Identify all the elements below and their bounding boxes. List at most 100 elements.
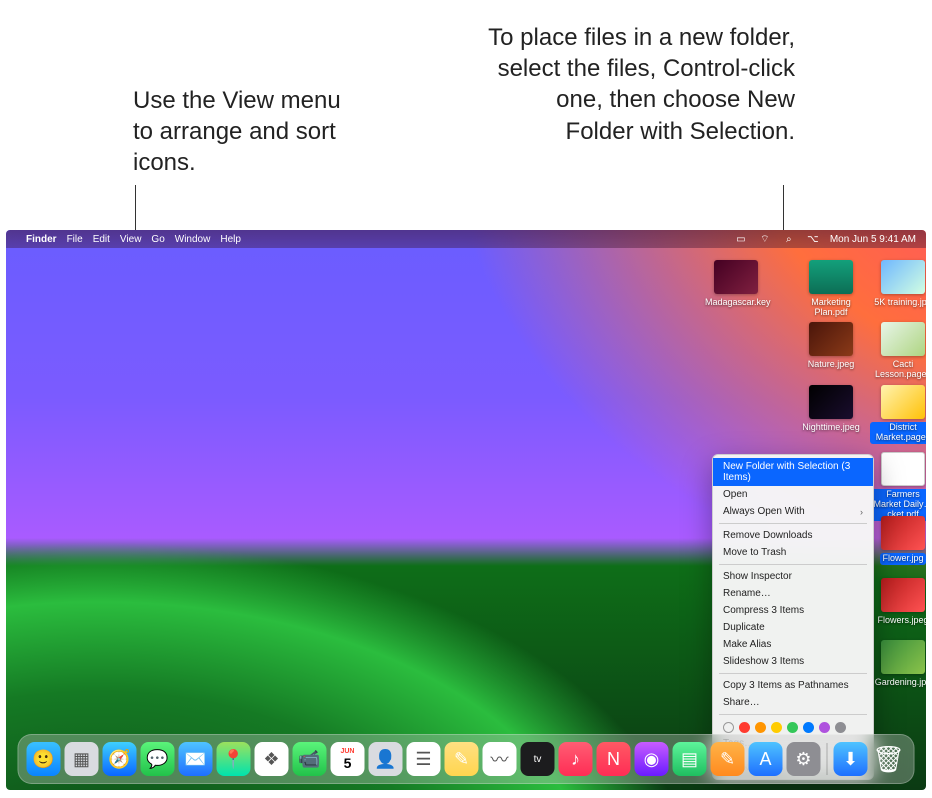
file-thumbnail	[714, 260, 758, 294]
menubar-clock[interactable]: Mon Jun 5 9:41 AM	[830, 234, 916, 245]
macos-desktop: Finder File Edit View Go Window Help ▭ ⌔…	[6, 230, 926, 790]
file-thumbnail	[809, 385, 853, 419]
context-item-show-inspector[interactable]: Show Inspector	[713, 568, 873, 585]
battery-icon[interactable]: ▭	[734, 234, 748, 245]
dock-app-numbers[interactable]: ▤	[673, 742, 707, 776]
tag-color-dot[interactable]	[787, 722, 798, 733]
context-item-label: Duplicate	[723, 622, 765, 633]
menu-file[interactable]: File	[67, 234, 83, 245]
dock-app-freeform[interactable]: 〰	[483, 742, 517, 776]
file-thumbnail	[881, 516, 925, 550]
desktop-file-5k-training-jpg[interactable]: 5K training.jpg	[870, 260, 926, 309]
dock-app-app-store[interactable]: A	[749, 742, 783, 776]
dock-app-launchpad[interactable]: ▦	[65, 742, 99, 776]
context-item-label: Slideshow 3 Items	[723, 656, 804, 667]
context-separator	[719, 523, 867, 524]
desktop-file-marketing-plan-pdf[interactable]: Marketing Plan.pdf	[798, 260, 864, 319]
tag-color-dot[interactable]	[819, 722, 830, 733]
dock-app-music[interactable]: ♪	[559, 742, 593, 776]
tag-color-dot[interactable]	[723, 722, 734, 733]
context-item-share-[interactable]: Share…	[713, 694, 873, 711]
dock-trash[interactable]: 🗑	[872, 742, 906, 776]
file-label: Nature.jpeg	[806, 359, 857, 371]
desktop-file-madagascar-key[interactable]: Madagascar.key	[703, 260, 769, 309]
context-item-label: Compress 3 Items	[723, 605, 804, 616]
context-item-duplicate[interactable]: Duplicate	[713, 619, 873, 636]
desktop-file-cacti-lesson-pages[interactable]: Cacti Lesson.pages	[870, 322, 926, 381]
file-thumbnail	[881, 322, 925, 356]
context-item-slideshow-3-items[interactable]: Slideshow 3 Items	[713, 653, 873, 670]
dock-app-notes[interactable]: ✎	[445, 742, 479, 776]
file-thumbnail	[881, 578, 925, 612]
context-item-label: Move to Trash	[723, 547, 786, 558]
tag-color-dot[interactable]	[835, 722, 846, 733]
desktop-file-flower-jpg[interactable]: Flower.jpg	[870, 516, 926, 565]
context-item-label: Rename…	[723, 588, 771, 599]
file-thumbnail	[881, 452, 925, 486]
dock-app-podcasts[interactable]: ◉	[635, 742, 669, 776]
menu-go[interactable]: Go	[151, 234, 164, 245]
context-item-compress-3-items[interactable]: Compress 3 Items	[713, 602, 873, 619]
context-separator	[719, 673, 867, 674]
file-label: Madagascar.key	[703, 297, 773, 309]
context-item-always-open-with[interactable]: Always Open With›	[713, 503, 873, 520]
dock-app-photos[interactable]: ❖	[255, 742, 289, 776]
context-item-label: Always Open With	[723, 506, 805, 517]
context-item-move-to-trash[interactable]: Move to Trash	[713, 544, 873, 561]
app-menu-finder[interactable]: Finder	[26, 234, 57, 245]
desktop-file-district-market-pages[interactable]: District Market.pages	[870, 385, 926, 444]
file-label: Cacti Lesson.pages	[870, 359, 926, 381]
context-item-copy-3-items-as-pathnames[interactable]: Copy 3 Items as Pathnames	[713, 677, 873, 694]
dock-app-tv[interactable]: tv	[521, 742, 555, 776]
context-item-label: Remove Downloads	[723, 530, 813, 541]
dock-app-maps[interactable]: 📍	[217, 742, 251, 776]
tag-color-dot[interactable]	[771, 722, 782, 733]
desktop-file-gardening-jpg[interactable]: Gardening.jpg	[870, 640, 926, 689]
file-label: Marketing Plan.pdf	[798, 297, 864, 319]
context-item-remove-downloads[interactable]: Remove Downloads	[713, 527, 873, 544]
context-item-rename-[interactable]: Rename…	[713, 585, 873, 602]
file-label: Nighttime.jpeg	[800, 422, 862, 434]
dock-app-safari[interactable]: 🧭	[103, 742, 137, 776]
dock-app-finder[interactable]: 🙂	[27, 742, 61, 776]
context-item-label: Share…	[723, 697, 760, 708]
context-item-make-alias[interactable]: Make Alias	[713, 636, 873, 653]
context-tags-row	[713, 718, 873, 735]
dock-app-calendar[interactable]: JUN5	[331, 742, 365, 776]
dock-app-news[interactable]: N	[597, 742, 631, 776]
menu-view[interactable]: View	[120, 234, 142, 245]
context-item-open[interactable]: Open	[713, 486, 873, 503]
dock-app-contacts[interactable]: 👤	[369, 742, 403, 776]
spotlight-icon[interactable]: ⌕	[782, 234, 796, 245]
context-item-new-folder-with-selection-3-items-[interactable]: New Folder with Selection (3 Items)	[713, 458, 873, 486]
file-thumbnail	[809, 322, 853, 356]
file-thumbnail	[881, 640, 925, 674]
dock-app-mail[interactable]: ✉️	[179, 742, 213, 776]
menubar: Finder File Edit View Go Window Help ▭ ⌔…	[6, 230, 926, 248]
menu-help[interactable]: Help	[220, 234, 241, 245]
dock-downloads[interactable]: ⬇	[834, 742, 868, 776]
desktop-file-flowers-jpeg[interactable]: Flowers.jpeg	[870, 578, 926, 627]
menu-edit[interactable]: Edit	[93, 234, 110, 245]
tag-color-dot[interactable]	[803, 722, 814, 733]
dock-app-reminders[interactable]: ☰	[407, 742, 441, 776]
tag-color-dot[interactable]	[755, 722, 766, 733]
file-label: Gardening.jpg	[873, 677, 926, 689]
dock-app-pages[interactable]: ✎	[711, 742, 745, 776]
desktop-file-nature-jpeg[interactable]: Nature.jpeg	[798, 322, 864, 371]
dock-app-system-settings[interactable]: ⚙	[787, 742, 821, 776]
context-menu: New Folder with Selection (3 Items)OpenA…	[712, 454, 874, 780]
wifi-icon[interactable]: ⌔	[758, 233, 772, 246]
desktop-file-farmers-market-daily-cket-pdf[interactable]: Farmers Market Daily…cket.pdf	[870, 452, 926, 521]
context-separator	[719, 564, 867, 565]
menu-window[interactable]: Window	[175, 234, 211, 245]
context-item-label: Show Inspector	[723, 571, 792, 582]
control-center-icon[interactable]: ⌥	[806, 234, 820, 245]
dock-app-facetime[interactable]: 📹	[293, 742, 327, 776]
tag-color-dot[interactable]	[739, 722, 750, 733]
dock-app-messages[interactable]: 💬	[141, 742, 175, 776]
caption-view-menu: Use the View menu to arrange and sort ic…	[133, 85, 363, 179]
context-separator	[719, 714, 867, 715]
desktop-file-nighttime-jpeg[interactable]: Nighttime.jpeg	[798, 385, 864, 434]
file-label: Flowers.jpeg	[875, 615, 926, 627]
